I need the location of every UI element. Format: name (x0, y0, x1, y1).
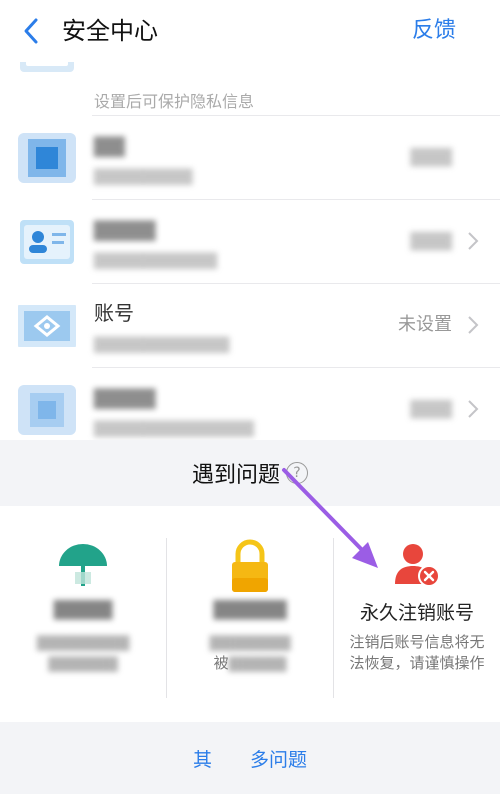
list-item-title: 账号 (94, 301, 134, 325)
problems-section-title: 遇到问题 ? (0, 440, 500, 506)
list-item-status: ▇▇▇ (410, 146, 452, 167)
list-item[interactable]: ▇▇ ▇▇▇▇▇▇▇▇ ▇▇▇ (0, 116, 500, 200)
chevron-left-icon (24, 18, 38, 44)
page-title: 安全中心 (62, 17, 158, 45)
problem-card-1[interactable]: ▇▇▇▇ ▇▇▇▇▇▇▇▇ ▇▇▇▇▇▇ (0, 506, 166, 722)
list-item-title: ▇▇▇▇ (94, 385, 156, 409)
card-description-blurred: ▇▇▇▇▇ (228, 654, 287, 672)
card-description: ▇▇▇▇▇▇▇ 被▇▇▇▇▇ (181, 632, 319, 674)
list-item-subtitle: 设置后可保护隐私信息 (94, 92, 255, 111)
card-title: ▇▇▇▇▇ (213, 598, 287, 620)
header: 安全中心 反馈 (0, 0, 500, 62)
back-button[interactable] (16, 14, 46, 48)
section-title: 遇到问题 (191, 463, 280, 488)
lock-icon (232, 539, 268, 592)
card-description: ▇▇▇▇▇▇▇▇ ▇▇▇▇▇▇ (36, 633, 130, 672)
card-title: 永久注销账号 (359, 602, 474, 624)
list-item-subtitle: ▇▇▇▇▇▇▇▇▇▇ (94, 250, 218, 269)
list-item[interactable]: 账号 ▇▇▇▇▇▇▇▇▇▇▇ 未设置 (0, 284, 500, 368)
privacy-icon (18, 62, 76, 76)
problem-cards: ▇▇▇▇ ▇▇▇▇▇▇▇▇ ▇▇▇▇▇▇ ▇▇▇▇▇ ▇▇▇▇▇▇▇ 被▇▇▇▇… (0, 506, 500, 722)
device-lock-icon (18, 385, 76, 435)
account-icon (18, 301, 76, 351)
umbrella-icon (59, 544, 107, 586)
problem-card-2[interactable]: ▇▇▇▇▇ ▇▇▇▇▇▇▇ 被▇▇▇▇▇ (167, 506, 333, 722)
card-description-blurred: ▇▇▇▇▇▇▇ (209, 633, 291, 651)
list-item-title: ▇▇ (94, 133, 125, 157)
list-item-title: ▇▇▇▇ (94, 217, 156, 241)
user-delete-icon (395, 544, 440, 587)
list-item-subtitle: ▇▇▇▇▇▇▇▇▇▇▇ (94, 334, 230, 353)
list-item-status: ▇▇▇ (410, 230, 452, 251)
chevron-right-icon (468, 400, 479, 418)
more-problems-link[interactable]: 其 多问题 (0, 722, 500, 794)
problem-card-delete-account[interactable]: 永久注销账号 注销后账号信息将无法恢复，请谨慎操作 (334, 506, 500, 722)
question-circle-icon[interactable]: ? (286, 462, 308, 484)
card-description: 注销后账号信息将无法恢复，请谨慎操作 (349, 633, 485, 672)
list-item[interactable]: 设置后可保护隐私信息 (0, 62, 500, 116)
card-description-visible: 被 (213, 654, 229, 672)
security-settings-list: 设置后可保护隐私信息 ▇▇ ▇▇▇▇▇▇▇▇ ▇▇▇ ▇▇▇▇ ▇▇▇▇▇▇▇▇… (0, 62, 500, 440)
list-item-subtitle: ▇▇▇▇▇▇▇▇▇▇▇▇▇ (94, 418, 254, 437)
device-icon (18, 133, 76, 183)
list-item-status: ▇▇▇ (410, 398, 452, 419)
list-item[interactable]: ▇▇▇▇ ▇▇▇▇▇▇▇▇▇▇▇▇▇ ▇▇▇ (0, 368, 500, 440)
id-card-icon (18, 217, 76, 267)
list-item-subtitle: ▇▇▇▇▇▇▇▇ (94, 166, 193, 185)
card-title: ▇▇▇▇ (53, 598, 113, 620)
list-item[interactable]: ▇▇▇▇ ▇▇▇▇▇▇▇▇▇▇ ▇▇▇ (0, 200, 500, 284)
chevron-right-icon (468, 232, 479, 250)
list-item-status: 未设置 (398, 314, 452, 335)
feedback-button[interactable]: 反馈 (412, 14, 456, 48)
chevron-right-icon (468, 316, 479, 334)
